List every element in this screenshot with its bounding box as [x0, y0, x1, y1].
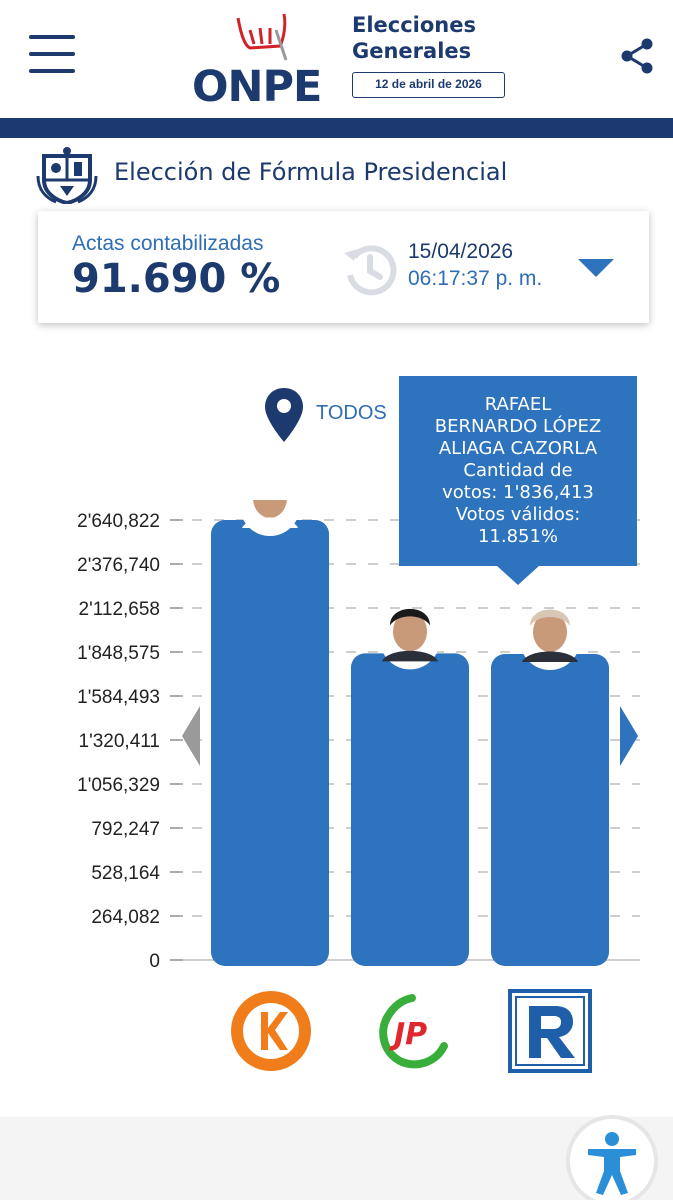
- elecciones-title: Elecciones Generales: [352, 12, 476, 64]
- page-title: Elección de Fórmula Presidencial: [114, 158, 508, 186]
- bar: [491, 654, 609, 966]
- bar: [211, 520, 329, 966]
- tooltip-tail: [496, 565, 540, 585]
- y-tick-label: 2'640,822: [77, 511, 160, 532]
- elecciones-line2: Generales: [352, 39, 472, 63]
- y-tick-label: 1'584,493: [77, 687, 160, 708]
- party-logo-k[interactable]: [228, 988, 314, 1074]
- coat-of-arms-icon: [36, 147, 98, 204]
- tooltip-line-2: BERNARDO LÓPEZ: [434, 416, 602, 437]
- y-tick-label: 1'848,575: [77, 643, 160, 664]
- party-logo-r[interactable]: [507, 988, 593, 1074]
- map-pin-icon[interactable]: [263, 386, 305, 444]
- header-band: [0, 118, 673, 138]
- tooltip-line-5: votos: 1'836,413: [442, 482, 594, 503]
- hamburger-menu-icon[interactable]: [29, 35, 75, 75]
- actas-value: 91.690 %: [72, 256, 281, 302]
- tooltip-line-7: 11.851%: [477, 526, 559, 547]
- tooltip-line-4: Cantidad de: [463, 460, 573, 481]
- candidate-tooltip: RAFAEL BERNARDO LÓPEZ ALIAGA CAZORLA Can…: [399, 376, 637, 566]
- y-tick-label: 0: [149, 951, 160, 972]
- chevron-left-icon[interactable]: [182, 706, 200, 766]
- y-tick-label: 1'320,411: [79, 731, 160, 752]
- caret-down-icon[interactable]: [576, 257, 616, 279]
- update-time: 06:17:37 p. m.: [408, 267, 543, 290]
- y-tick-label: 264,082: [91, 907, 160, 928]
- bar: [351, 653, 469, 966]
- tooltip-line-1: RAFAEL: [484, 394, 552, 415]
- app-header: ONPE Elecciones Generales 12 de abril de…: [0, 0, 673, 118]
- accessibility-button[interactable]: [566, 1115, 658, 1200]
- accessibility-icon: [588, 1132, 636, 1195]
- election-date-badge: 12 de abril de 2026: [352, 72, 505, 98]
- share-icon[interactable]: [620, 38, 654, 74]
- y-tick-label: 528,164: [91, 863, 160, 884]
- history-clock-icon: [344, 245, 397, 296]
- y-tick-label: 2'376,740: [77, 555, 160, 576]
- logo-text: ONPE: [192, 62, 322, 112]
- tooltip-line-6: Votos válidos:: [455, 504, 581, 525]
- party-logo-jp[interactable]: JP: [372, 988, 458, 1074]
- onpe-logo[interactable]: ONPE: [190, 10, 340, 112]
- tooltip-line-3: ALIAGA CAZORLA: [438, 438, 598, 459]
- y-tick-label: 792,247: [91, 819, 160, 840]
- y-tick-label: 1'056,329: [77, 775, 160, 796]
- location-filter-label[interactable]: TODOS: [316, 402, 387, 425]
- chevron-right-icon[interactable]: [620, 706, 638, 766]
- ballot-hand-icon: [236, 13, 288, 61]
- votes-bar-chart: 0 264,082 528,164 792,247 1'056,329 1'320,411…: [77, 500, 640, 972]
- update-date: 15/04/2026: [408, 240, 514, 263]
- y-tick-label: 2'112,658: [79, 599, 160, 620]
- elecciones-line1: Elecciones: [352, 13, 477, 37]
- svg-text:JP: JP: [389, 1017, 427, 1052]
- actas-label: Actas contabilizadas: [72, 232, 264, 255]
- actas-card[interactable]: Actas contabilizadas 91.690 % 15/04/2026…: [38, 211, 649, 323]
